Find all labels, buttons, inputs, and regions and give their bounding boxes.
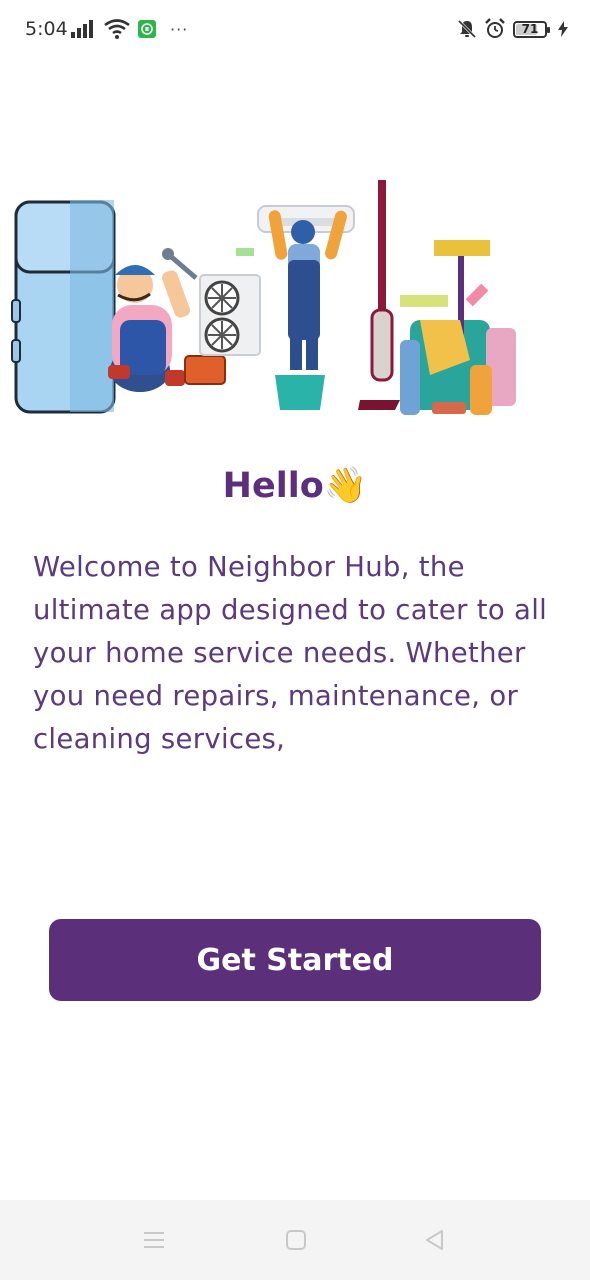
greeting-heading: Hello👋 — [222, 466, 368, 506]
ac-technician-illustration — [257, 205, 355, 410]
welcome-description: Welcome to Neighbor Hub, the ultimate ap… — [33, 551, 548, 755]
fridge-illustration — [11, 200, 116, 414]
mute-icon — [457, 19, 477, 39]
menu-icon[interactable] — [142, 1228, 168, 1254]
battery-percent: 71 — [521, 21, 539, 36]
battery-icon: 71 — [513, 20, 550, 38]
ac-outdoor-unit-illustration — [199, 248, 261, 356]
vacuum-cleaner-illustration — [358, 180, 400, 410]
app-notification-icon — [138, 20, 156, 38]
cleaning-supplies-illustration — [400, 240, 516, 415]
home-square-icon[interactable] — [283, 1228, 309, 1254]
system-nav-bar — [0, 1200, 590, 1280]
more-icon: ··· — [170, 19, 189, 39]
signal-icon — [71, 20, 93, 38]
charging-icon — [558, 21, 568, 37]
wifi-icon — [104, 19, 130, 39]
status-time: 5:04 — [25, 18, 68, 40]
back-triangle-icon[interactable] — [422, 1228, 448, 1254]
alarm-icon — [485, 18, 505, 38]
get-started-button[interactable]: Get Started — [49, 919, 541, 1001]
home-services-illustration — [11, 180, 516, 415]
status-bar: 5:04 ··· 71 — [0, 0, 590, 60]
